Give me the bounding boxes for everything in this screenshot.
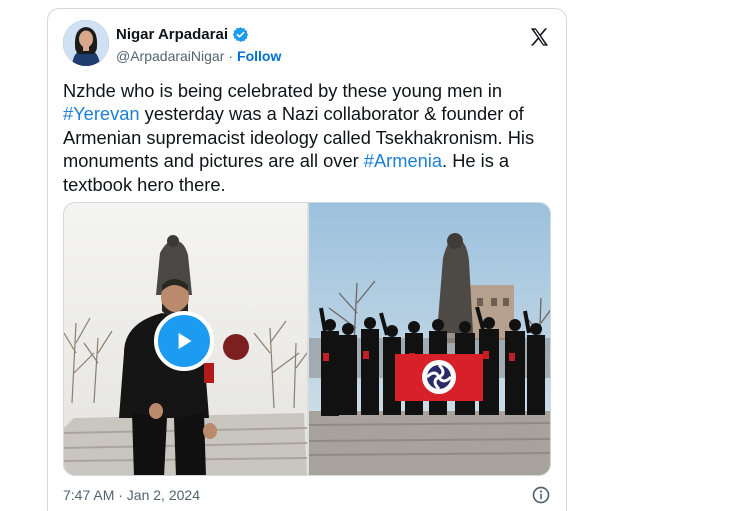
handle[interactable]: @ArpadaraiNigar <box>116 48 224 64</box>
follow-button[interactable]: Follow <box>237 48 281 64</box>
name-row: Nigar Arpadarai <box>116 26 249 43</box>
play-icon <box>178 332 192 350</box>
tweet-text-part: Nzhde who is being celebrated by these y… <box>63 80 503 101</box>
avatar[interactable] <box>63 20 109 66</box>
hashtag-link[interactable]: #Armenia <box>364 150 442 171</box>
info-icon[interactable] <box>531 485 551 505</box>
hashtag-link[interactable]: #Yerevan <box>63 103 140 124</box>
tweet-header: Nigar Arpadarai @ArpadaraiNigar · Follow <box>63 20 551 70</box>
tweet-text: Nzhde who is being celebrated by these y… <box>63 79 558 196</box>
display-name[interactable]: Nigar Arpadarai <box>116 26 228 43</box>
media-grid <box>63 202 551 476</box>
photo-thumbnail[interactable] <box>309 203 550 475</box>
verified-badge-icon <box>232 26 249 43</box>
tweet-footer: 7:47 AM · Jan 2, 2024 <box>63 485 551 507</box>
play-button[interactable] <box>154 311 214 371</box>
tweet-card[interactable]: Nigar Arpadarai @ArpadaraiNigar · Follow… <box>47 8 567 511</box>
handle-row: @ArpadaraiNigar · Follow <box>116 48 281 64</box>
x-logo-icon[interactable] <box>528 26 551 49</box>
separator: · <box>228 48 234 64</box>
timestamp-link[interactable]: 7:47 AM · Jan 2, 2024 <box>63 487 200 503</box>
video-thumbnail[interactable] <box>64 203 307 475</box>
